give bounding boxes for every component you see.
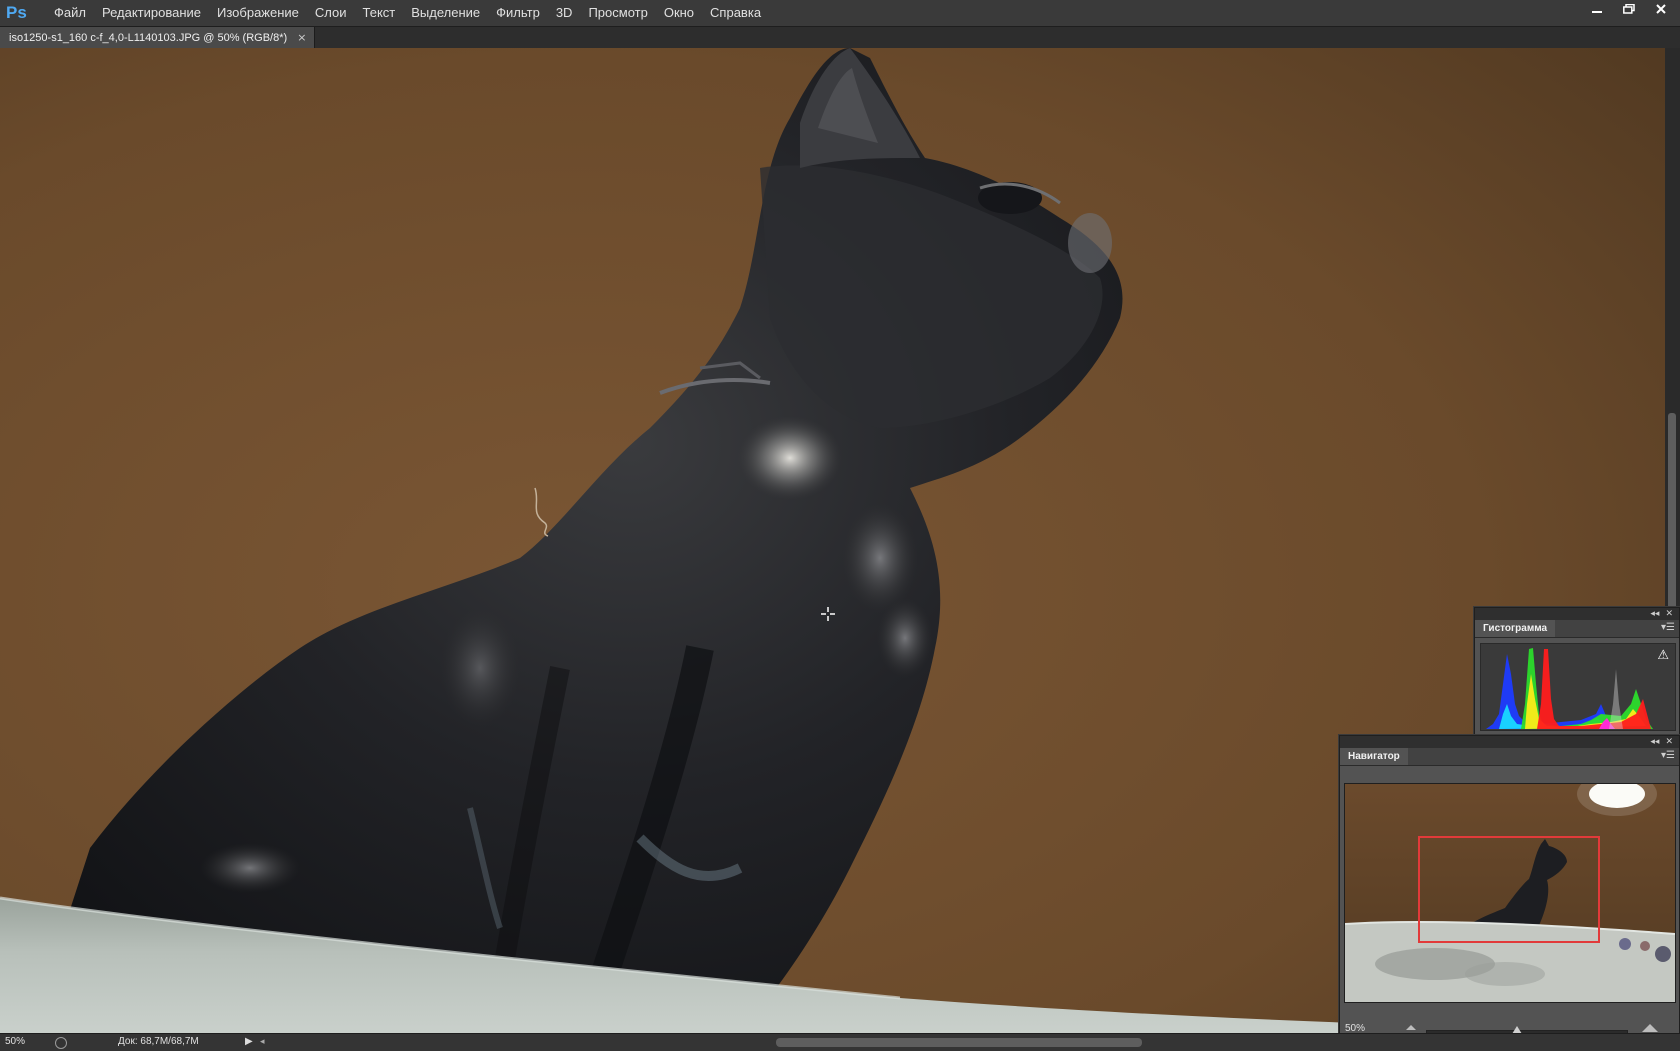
close-window-button[interactable] (1646, 0, 1676, 18)
status-zoom-value[interactable]: 50% (5, 1036, 25, 1047)
document-tab-close-icon[interactable]: × (297, 31, 306, 44)
histogram-panel: ◂◂ ✕ Гистограмма ▾☰ ⚠ (1474, 607, 1680, 735)
photoshop-logo: Ps (6, 3, 27, 22)
menu-filter[interactable]: Фильтр (488, 0, 548, 26)
menu-help[interactable]: Справка (702, 0, 769, 26)
restore-button[interactable] (1614, 0, 1644, 18)
navigator-thumbnail[interactable] (1344, 783, 1676, 1003)
restore-icon (1623, 4, 1635, 14)
document-tab-title: iso1250-s1_160 c-f_4,0-L1140103.JPG @ 50… (9, 31, 288, 44)
horizontal-scrollbar-thumb[interactable] (776, 1038, 1142, 1047)
collapse-icon[interactable]: ◂◂ (1650, 737, 1659, 747)
collapse-icon[interactable]: ◂◂ (1650, 609, 1659, 619)
tab-histogram[interactable]: Гистограмма (1475, 620, 1556, 637)
menu-view[interactable]: Просмотр (580, 0, 655, 26)
close-panel-icon[interactable]: ✕ (1665, 737, 1673, 747)
histogram-tab-row: Гистограмма ▾☰ (1475, 620, 1679, 638)
cache-warning-icon[interactable]: ⚠ (1657, 648, 1669, 663)
panel-menu-icon[interactable]: ▾☰ (1661, 750, 1675, 761)
navigator-panel: ◂◂ ✕ Навигатор ▾☰ 50% (1339, 735, 1680, 1035)
navigator-tab-row: Навигатор ▾☰ (1340, 748, 1679, 766)
menu-image[interactable]: Изображение (209, 0, 307, 26)
status-info-icon[interactable] (55, 1037, 67, 1049)
zoom-in-icon[interactable] (1642, 1024, 1658, 1032)
window-controls (1582, 0, 1676, 18)
document-tab[interactable]: iso1250-s1_160 c-f_4,0-L1140103.JPG @ 50… (0, 27, 316, 48)
tab-navigator[interactable]: Навигатор (1340, 748, 1408, 765)
menu-file[interactable]: Файл (46, 0, 94, 26)
document-tab-bar: iso1250-s1_160 c-f_4,0-L1140103.JPG @ 50… (0, 27, 1680, 49)
menu-window[interactable]: Окно (656, 0, 702, 26)
status-bar: 50% Док: 68,7M/68,7M ▶ ◂ (0, 1033, 1680, 1051)
status-doc-size: Док: 68,7M/68,7M (118, 1036, 199, 1047)
menu-select[interactable]: Выделение (403, 0, 488, 26)
histogram-chart (1481, 644, 1675, 730)
status-menu-arrow-icon[interactable]: ▶ (245, 1036, 253, 1047)
menu-3d[interactable]: 3D (548, 0, 581, 26)
histogram-graph: ⚠ (1480, 643, 1676, 731)
menu-edit[interactable]: Редактирование (94, 0, 209, 26)
zoom-out-icon[interactable] (1406, 1025, 1416, 1030)
histogram-panel-header: ◂◂ ✕ (1475, 608, 1679, 620)
minimize-icon (1592, 11, 1602, 13)
close-panel-icon[interactable]: ✕ (1665, 609, 1673, 619)
menu-bar: Ps Файл Редактирование Изображение Слои … (0, 0, 1680, 27)
menu-type[interactable]: Текст (355, 0, 404, 26)
scroll-left-arrow-icon[interactable]: ◂ (260, 1036, 265, 1047)
menu-items: Файл Редактирование Изображение Слои Тек… (46, 0, 769, 26)
close-icon (1656, 4, 1666, 14)
navigator-panel-header: ◂◂ ✕ (1340, 736, 1679, 748)
navigator-preview-image (1345, 784, 1675, 1002)
panel-menu-icon[interactable]: ▾☰ (1661, 622, 1675, 633)
minimize-button[interactable] (1582, 0, 1612, 18)
menu-layers[interactable]: Слои (307, 0, 355, 26)
